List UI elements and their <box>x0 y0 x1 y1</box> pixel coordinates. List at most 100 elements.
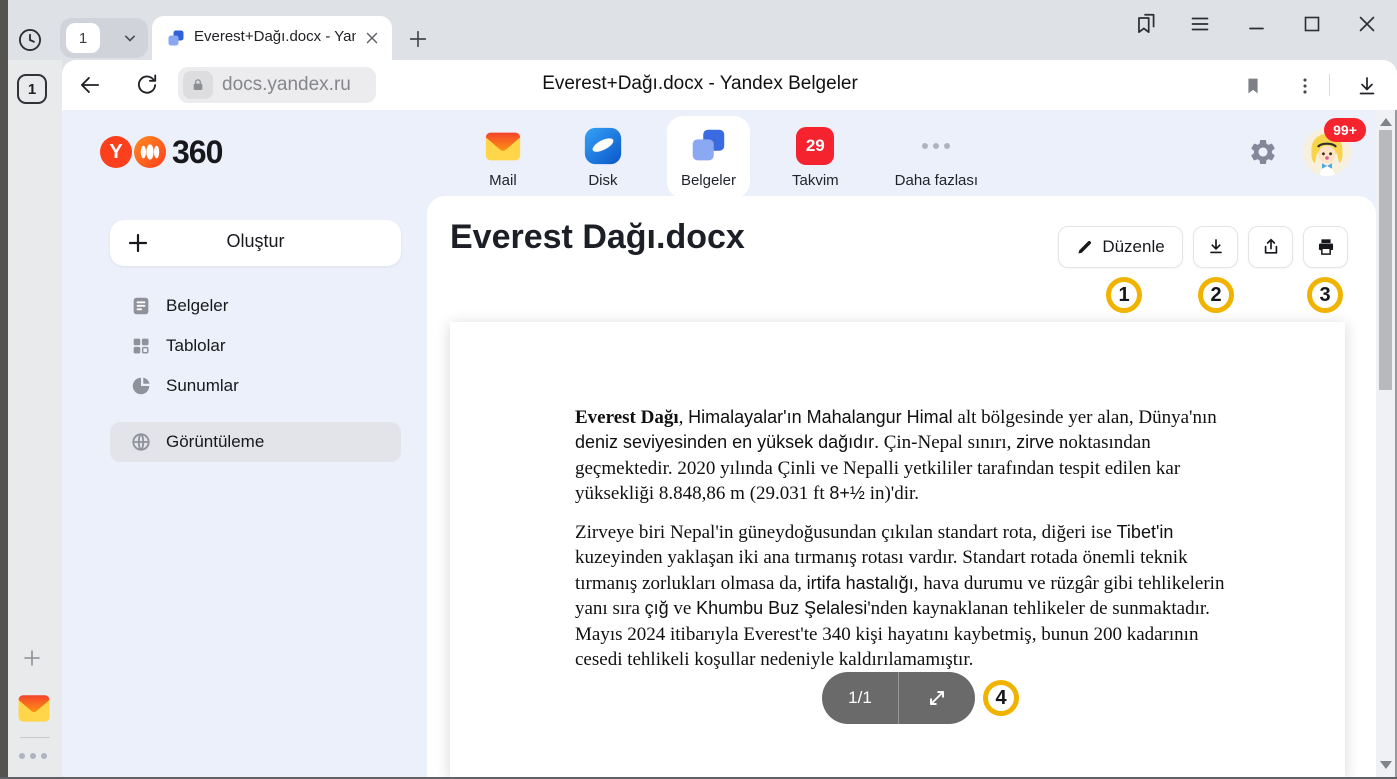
clock-icon <box>17 27 43 53</box>
download-icon <box>1355 74 1379 98</box>
page-number: 1/1 <box>822 688 898 708</box>
url-text: docs.yandex.ru <box>222 74 351 96</box>
workspace-number-button[interactable]: 1 <box>17 74 47 104</box>
scrollbar-thumb[interactable] <box>1379 130 1392 390</box>
document-title: Everest Dağı.docx <box>450 218 745 257</box>
chevron-down-icon[interactable] <box>120 28 140 48</box>
download-document-button[interactable] <box>1193 226 1238 268</box>
notification-badge: 99+ <box>1324 118 1366 142</box>
app-switcher: Mail Disk <box>62 116 1397 198</box>
app-item-belgeler[interactable]: Belgeler <box>667 116 750 198</box>
reload-icon <box>134 72 160 98</box>
edit-button[interactable]: Düzenle <box>1058 226 1183 268</box>
collections-icon <box>1133 11 1159 37</box>
app-label: Takvim <box>792 172 839 189</box>
browser-menu-button[interactable] <box>1186 10 1214 38</box>
sidebar-item-label: Sunumlar <box>166 376 239 396</box>
app-label: Daha fazlası <box>895 172 978 189</box>
pencil-icon <box>1076 239 1093 256</box>
reload-button[interactable] <box>133 71 161 99</box>
rail-add-button[interactable] <box>18 644 46 672</box>
hamburger-icon <box>1188 12 1212 36</box>
edit-label: Düzenle <box>1102 237 1164 257</box>
sidebar-item-sunumlar[interactable]: Sunumlar <box>110 366 401 406</box>
new-tab-button[interactable] <box>404 25 432 53</box>
sidebar-item-belgeler[interactable]: Belgeler <box>110 286 401 326</box>
rail-more-button[interactable] <box>19 750 51 762</box>
browser-toolbar: docs.yandex.ru Everest+Dağı.docx - Yande… <box>62 60 1397 110</box>
disk-icon <box>581 124 625 168</box>
pie-chart-icon <box>130 375 152 397</box>
expand-icon <box>927 688 947 708</box>
bookmark-icon <box>1242 75 1264 97</box>
minimize-button[interactable] <box>1243 10 1271 38</box>
share-document-button[interactable] <box>1248 226 1293 268</box>
minimize-icon <box>1245 12 1269 36</box>
document-icon <box>130 295 152 317</box>
close-icon <box>1355 12 1379 36</box>
maximize-icon <box>1300 12 1324 36</box>
titlebar: 1 Everest+Dağı.docx - Yan <box>8 0 1397 60</box>
more-dots-icon <box>914 124 958 168</box>
print-document-button[interactable] <box>1303 226 1348 268</box>
address-bar[interactable]: docs.yandex.ru <box>178 67 376 103</box>
share-icon <box>1261 237 1281 257</box>
tab-group[interactable]: 1 <box>60 18 148 58</box>
docs-icon <box>686 124 730 168</box>
paragraph: Everest Dağı, Himalayalar'ın Mahalangur … <box>575 405 1242 507</box>
collections-button[interactable] <box>1132 10 1160 38</box>
app-item-takvim[interactable]: 29 Takvim <box>778 116 853 198</box>
page-scrollbar[interactable] <box>1376 110 1397 779</box>
back-button[interactable] <box>76 71 104 99</box>
browser-window: 1 Everest+Dağı.docx - Yan <box>0 0 1397 779</box>
fullscreen-button[interactable] <box>899 688 975 708</box>
document-viewer: Everest Dağı.docx Düzenle <box>427 196 1376 779</box>
page-indicator[interactable]: 1/1 <box>822 672 975 724</box>
sidebar-item-label: Tablolar <box>166 336 226 356</box>
tab-close-icon[interactable] <box>360 26 384 50</box>
settings-gear-button[interactable] <box>1248 137 1278 167</box>
bookmark-button[interactable] <box>1239 72 1267 100</box>
yandex-mail-icon[interactable] <box>14 688 54 728</box>
annotation-3: 3 <box>1307 277 1343 313</box>
ssl-lock-icon[interactable] <box>183 71 213 99</box>
app-item-more[interactable]: Daha fazlası <box>881 116 992 198</box>
scroll-up-icon[interactable] <box>1380 118 1392 126</box>
annotation-1: 1 <box>1106 277 1142 313</box>
back-arrow-icon <box>77 72 103 98</box>
web-page: Y 360 <box>62 110 1397 779</box>
rail-divider <box>20 737 50 738</box>
paragraph: Zirveye biri Nepal'in güneydoğusundan çı… <box>575 520 1242 673</box>
app-item-disk[interactable]: Disk <box>567 116 639 198</box>
close-window-button[interactable] <box>1353 10 1381 38</box>
calendar-icon: 29 <box>793 124 837 168</box>
toolbar-menu-button[interactable] <box>1291 72 1319 100</box>
page-title: Everest+Dağı.docx - Yandex Belgeler <box>440 73 960 95</box>
app-label: Mail <box>489 172 517 189</box>
app-label: Disk <box>588 172 617 189</box>
sidebar-item-goruntuleme[interactable]: Görüntüleme <box>110 422 401 462</box>
app-item-mail[interactable]: Mail <box>467 116 539 198</box>
document-text: Everest Dağı, Himalayalar'ın Mahalangur … <box>450 322 1345 673</box>
download-icon <box>1206 237 1226 257</box>
browser-left-rail: 1 <box>8 60 62 779</box>
gear-icon <box>1248 137 1278 167</box>
toolbar-divider <box>1329 74 1330 96</box>
create-label: Oluştur <box>110 231 401 252</box>
maximize-button[interactable] <box>1298 10 1326 38</box>
sidebar-item-label: Belgeler <box>166 296 228 316</box>
docs-favicon-icon <box>166 28 186 48</box>
scroll-down-icon[interactable] <box>1380 761 1392 769</box>
history-clock-button[interactable] <box>16 26 44 54</box>
create-button[interactable]: Oluştur <box>110 220 401 266</box>
browser-tab[interactable]: Everest+Dağı.docx - Yan <box>152 16 392 60</box>
mail-icon <box>481 124 525 168</box>
downloads-button[interactable] <box>1353 72 1381 100</box>
annotation-2: 2 <box>1198 277 1234 313</box>
kebab-icon <box>1294 75 1316 97</box>
sidebar-item-tablolar[interactable]: Tablolar <box>110 326 401 366</box>
window-left-edge <box>0 0 8 779</box>
printer-icon <box>1316 237 1336 257</box>
tab-group-count: 1 <box>66 23 100 53</box>
calendar-date-badge: 29 <box>796 127 834 165</box>
